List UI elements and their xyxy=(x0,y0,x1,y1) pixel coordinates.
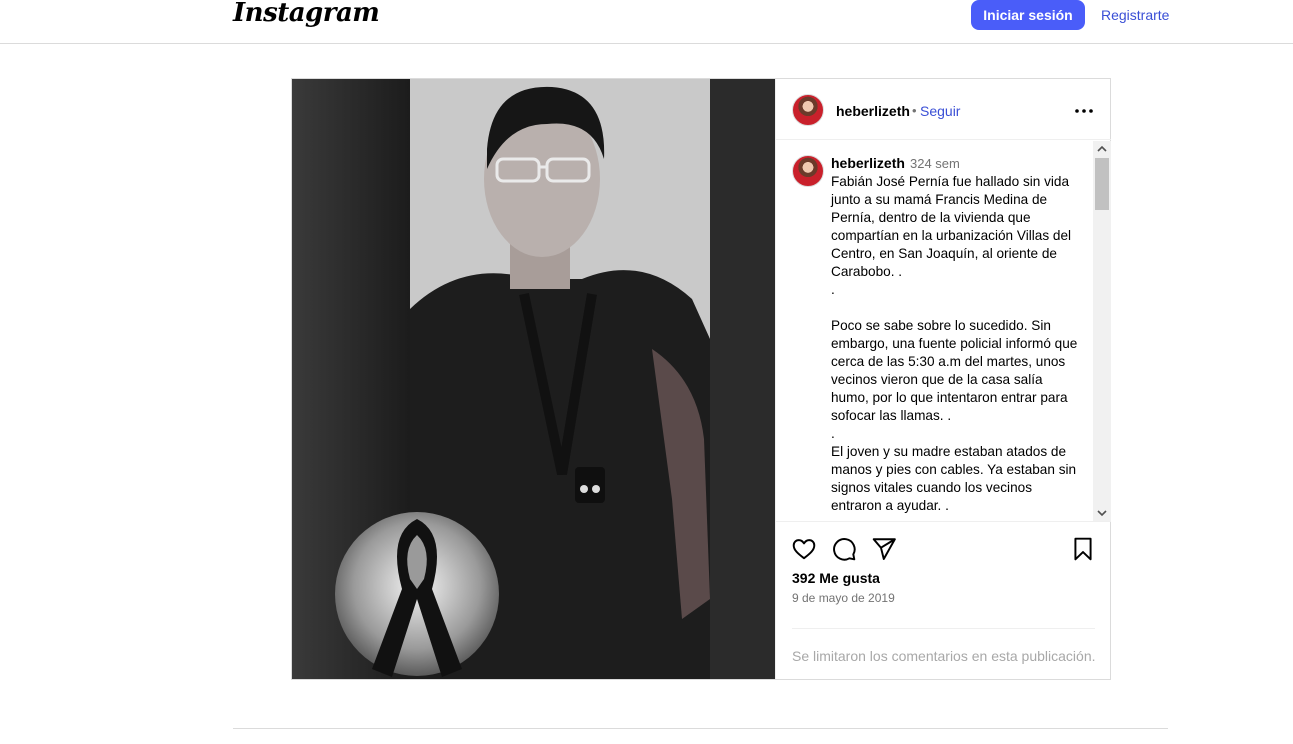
instagram-logo[interactable]: Instagram xyxy=(233,0,380,28)
comment-icon[interactable] xyxy=(831,536,857,562)
post-photo xyxy=(292,79,775,679)
bookmark-icon[interactable] xyxy=(1070,536,1096,562)
top-navigation-bar: Instagram Iniciar sesión Registrarte xyxy=(0,0,1293,44)
follow-button[interactable]: Seguir xyxy=(920,103,960,119)
footer-divider xyxy=(233,728,1168,729)
signup-link[interactable]: Registrarte xyxy=(1101,7,1169,23)
post-author-username[interactable]: heberlizeth xyxy=(836,103,910,119)
separator-dot: • xyxy=(912,103,917,118)
comments-disabled-notice: Se limitaron los comentarios en esta pub… xyxy=(792,648,1096,664)
more-options-icon[interactable] xyxy=(1072,99,1096,123)
caption-username[interactable]: heberlizeth xyxy=(831,155,905,171)
likes-count[interactable]: 392 Me gusta xyxy=(792,570,880,586)
caption-scrollbar[interactable] xyxy=(1093,141,1111,521)
scroll-thumb[interactable] xyxy=(1095,158,1109,210)
post-header: heberlizeth • Seguir xyxy=(776,79,1111,140)
post-actions: 392 Me gusta 9 de mayo de 2019 Se limita… xyxy=(776,521,1111,681)
divider xyxy=(792,628,1095,629)
heart-icon[interactable] xyxy=(791,536,817,562)
scroll-down-arrow-icon[interactable] xyxy=(1093,505,1111,521)
login-button[interactable]: Iniciar sesión xyxy=(971,0,1085,30)
post-card: heberlizeth • Seguir heberlizeth 324 sem… xyxy=(291,78,1111,680)
caption-timestamp[interactable]: 324 sem xyxy=(910,156,960,171)
send-icon[interactable] xyxy=(871,536,897,562)
caption-text: Fabián José Pernía fue hallado sin vida … xyxy=(831,174,1078,513)
post-details-panel: heberlizeth • Seguir heberlizeth 324 sem… xyxy=(775,79,1111,681)
caption-area: heberlizeth 324 sem Fabián José Pernía f… xyxy=(776,141,1111,521)
scroll-up-arrow-icon[interactable] xyxy=(1093,141,1111,157)
avatar[interactable] xyxy=(792,155,824,187)
avatar[interactable] xyxy=(792,94,824,126)
post-image[interactable] xyxy=(292,79,775,679)
post-date[interactable]: 9 de mayo de 2019 xyxy=(792,591,895,605)
